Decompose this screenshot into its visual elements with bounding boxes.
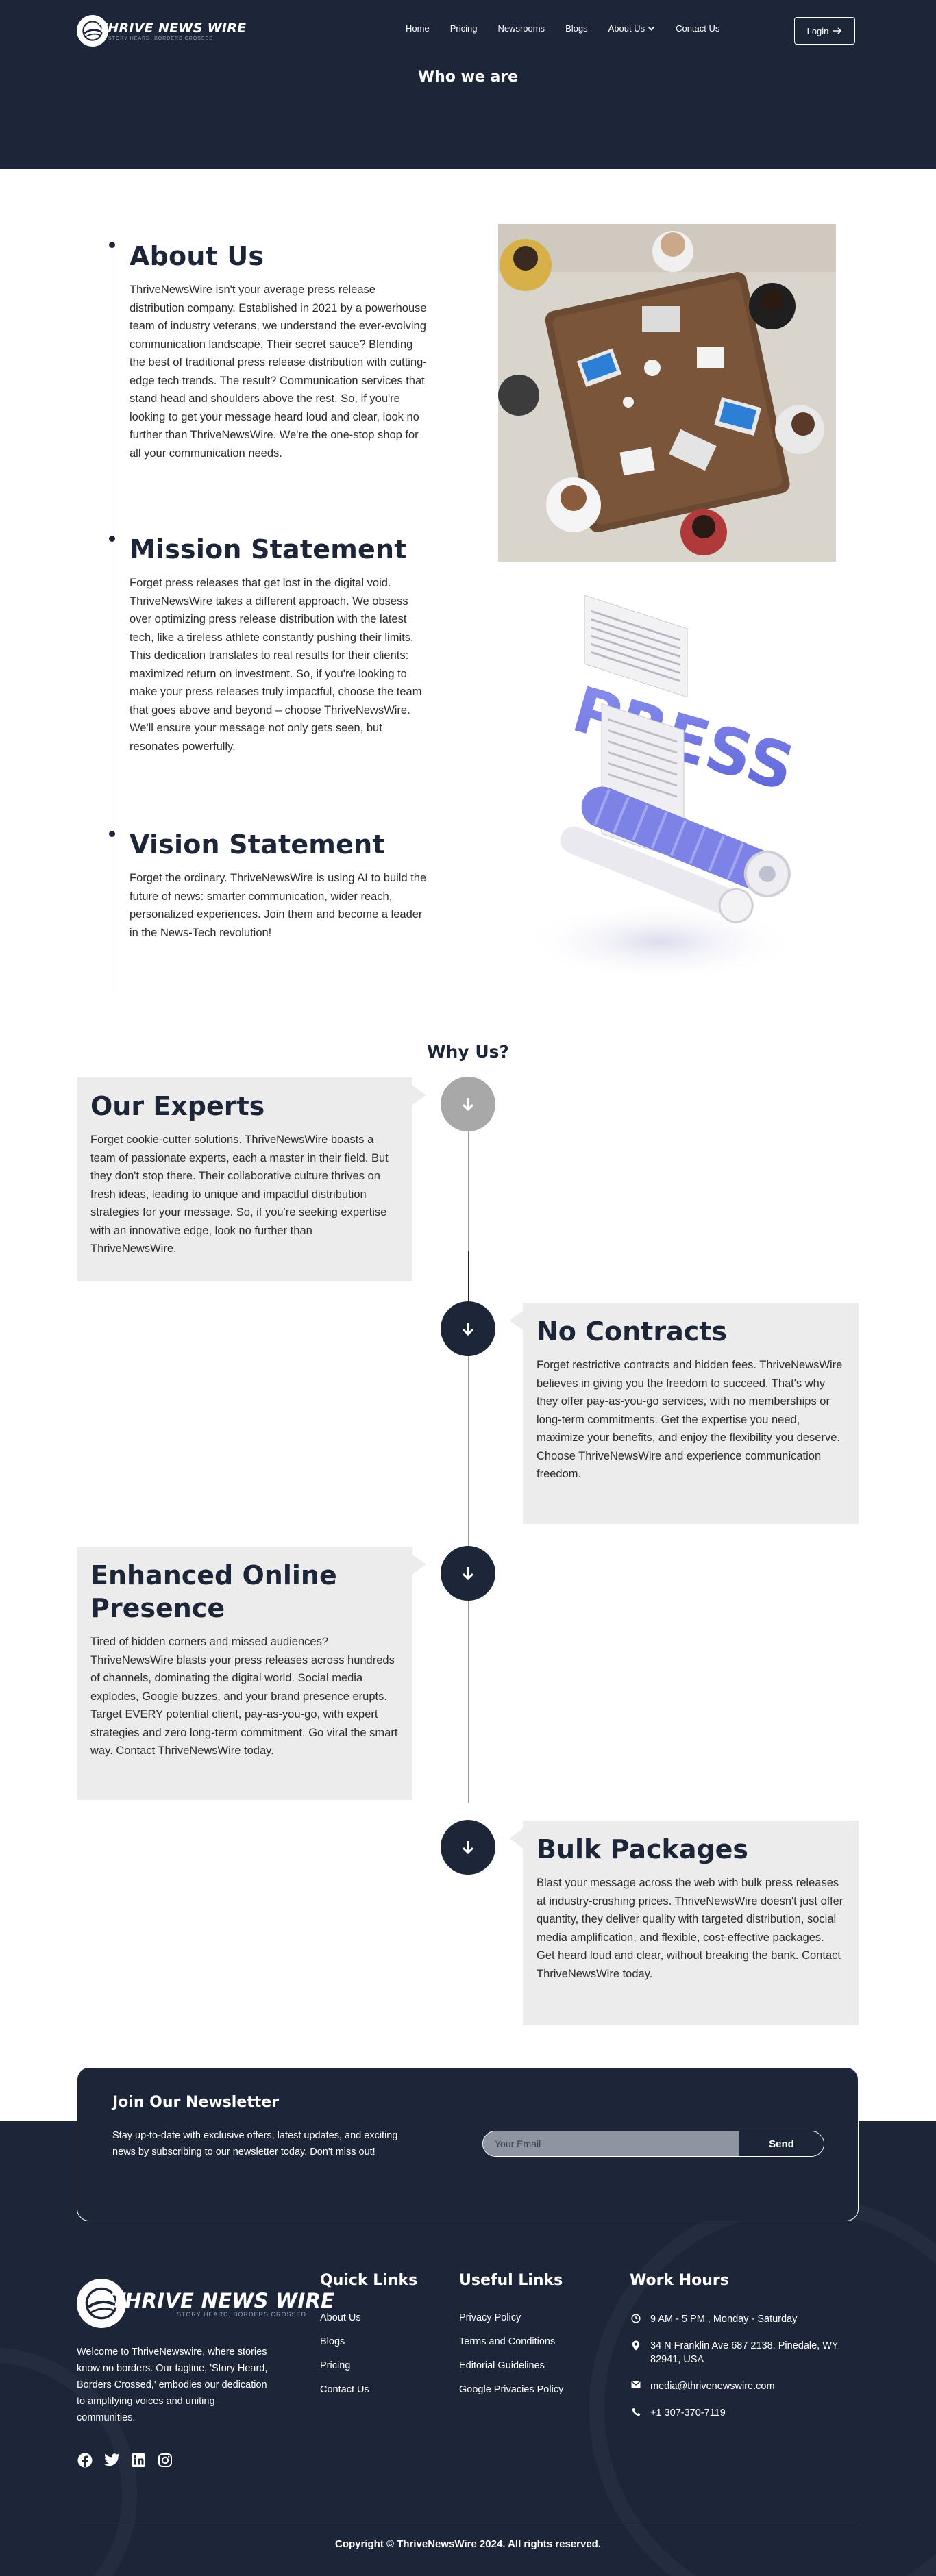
why-card-text: Tired of hidden corners and missed audie… <box>90 1636 398 1757</box>
timeline-dot <box>109 242 115 248</box>
vision-heading: Vision Statement <box>130 829 385 860</box>
footer-logo[interactable]: THRIVE NEWS WIRE STORY HEARD, BORDERS CR… <box>77 2279 334 2328</box>
phone-value[interactable]: +1 307-370-7119 <box>650 2406 726 2420</box>
footer-link-privacy-policy[interactable]: Privacy Policy <box>459 2312 563 2323</box>
footer-about-text: Welcome to ThriveNewswire, where stories… <box>77 2347 268 2423</box>
instagram-icon[interactable] <box>157 2452 173 2468</box>
footer-link-terms[interactable]: Terms and Conditions <box>459 2336 563 2347</box>
why-card-heading: Our Experts <box>90 1091 265 1121</box>
timeline-arrow-icon[interactable] <box>441 1546 495 1601</box>
work-hours-value: 9 AM - 5 PM , Monday - Saturday <box>650 2314 798 2325</box>
address-value: 34 N Franklin Ave 687 2138, Pinedale, WY… <box>650 2340 839 2365</box>
newsletter-text: Stay up-to-date with exclusive offers, l… <box>112 2130 398 2158</box>
footer-brand-name: THRIVE NEWS WIRE <box>111 2289 335 2312</box>
login-label: Login <box>806 25 829 36</box>
timeline-arrow-icon[interactable] <box>441 1301 495 1356</box>
page-title: Who we are <box>417 68 519 86</box>
about-us-block: About Us ThriveNewsWire isn't your avera… <box>130 241 431 462</box>
why-us-title: Why Us? <box>426 1042 510 1062</box>
newsletter-title: Join Our Newsletter <box>112 2094 280 2111</box>
nav-newsrooms[interactable]: Newsrooms <box>497 23 545 34</box>
timeline-arrow-icon[interactable] <box>441 1077 495 1131</box>
email-field[interactable] <box>483 2131 739 2156</box>
footer-link-blogs[interactable]: Blogs <box>320 2336 417 2347</box>
newsletter-box: Join Our Newsletter Stay up-to-date with… <box>77 2067 859 2221</box>
useful-links: Useful Links Privacy Policy Terms and Co… <box>459 2272 563 2408</box>
main-nav: Home Pricing Newsrooms Blogs About Us Co… <box>406 23 740 34</box>
linkedin-icon[interactable] <box>130 2452 147 2468</box>
footer-link-about-us[interactable]: About Us <box>320 2312 417 2323</box>
why-card-heading: Enhanced Online Presence <box>90 1560 337 1623</box>
nav-blogs[interactable]: Blogs <box>565 23 588 34</box>
about-section: About Us ThriveNewsWire isn't your avera… <box>0 169 936 1012</box>
send-button[interactable]: Send <box>739 2131 824 2156</box>
newsletter-form: Send <box>482 2131 824 2157</box>
clock-icon <box>630 2312 642 2323</box>
footer-link-google-privacies[interactable]: Google Privacies Policy <box>459 2384 563 2395</box>
footer-link-contact-us[interactable]: Contact Us <box>320 2384 417 2395</box>
nav-pricing[interactable]: Pricing <box>450 23 478 34</box>
phone-icon <box>630 2406 642 2416</box>
brand-name: THRIVE NEWS WIRE <box>99 21 247 36</box>
why-card-heading: Bulk Packages <box>537 1834 749 1864</box>
work-hours-row: 9 AM - 5 PM , Monday - Saturday <box>630 2312 859 2326</box>
twitter-icon[interactable] <box>103 2452 120 2468</box>
why-card-text: Forget cookie-cutter solutions. ThriveNe… <box>90 1134 389 1255</box>
copyright-text: Copyright © ThriveNewsWire 2024. All rig… <box>335 2538 601 2550</box>
why-card-experts: Our Experts Forget cookie-cutter solutio… <box>77 1077 426 1281</box>
why-card-no-contracts: No Contracts Forget restrictive contract… <box>509 1303 859 1524</box>
work-hours: Work Hours 9 AM - 5 PM , Monday - Saturd… <box>630 2272 859 2433</box>
mission-text: Forget press releases that get lost in t… <box>130 577 422 753</box>
mission-block: Mission Statement Forget press releases … <box>130 534 431 755</box>
footer-link-editorial-guidelines[interactable]: Editorial Guidelines <box>459 2360 563 2371</box>
timeline-dot <box>109 536 115 542</box>
nav-home[interactable]: Home <box>406 23 430 34</box>
nav-about-us[interactable]: About Us <box>608 23 655 34</box>
why-card-bulk-packages: Bulk Packages Blast your message across … <box>509 1821 859 2025</box>
facebook-icon[interactable] <box>77 2452 93 2468</box>
why-card-text: Forget restrictive contracts and hidden … <box>537 1359 843 1480</box>
vision-text: Forget the ordinary. ThriveNewsWire is u… <box>130 872 427 939</box>
email-row[interactable]: media@thrivenewswire.com <box>630 2379 859 2393</box>
why-card-heading: No Contracts <box>537 1316 728 1347</box>
login-button[interactable]: Login <box>794 17 855 45</box>
about-us-text: ThriveNewsWire isn't your average press … <box>130 284 427 460</box>
social-links <box>77 2452 173 2468</box>
brand-tagline: STORY HEARD, BORDERS CROSSED <box>108 36 214 41</box>
nav-contact-us[interactable]: Contact Us <box>676 23 719 34</box>
mission-heading: Mission Statement <box>130 534 407 564</box>
about-us-heading: About Us <box>130 241 264 271</box>
footer-link-pricing[interactable]: Pricing <box>320 2360 417 2371</box>
team-meeting-image <box>498 224 836 562</box>
why-card-online-presence: Enhanced Online Presence Tired of hidden… <box>77 1547 426 1800</box>
email-value[interactable]: media@thrivenewswire.com <box>650 2379 775 2393</box>
envelope-icon <box>630 2379 642 2388</box>
quick-links-title: Quick Links <box>320 2272 418 2289</box>
location-pin-icon <box>630 2339 642 2351</box>
vision-block: Vision Statement Forget the ordinary. Th… <box>130 829 431 942</box>
address-row: 34 N Franklin Ave 687 2138, Pinedale, WY… <box>630 2339 859 2366</box>
chevron-down-icon <box>648 26 654 31</box>
timeline-dot <box>109 831 115 837</box>
phone-row[interactable]: +1 307-370-7119 <box>630 2406 859 2420</box>
site-header: THRIVE NEWS WIRE STORY HEARD, BORDERS CR… <box>0 0 936 169</box>
brand-logo[interactable]: THRIVE NEWS WIRE STORY HEARD, BORDERS CR… <box>77 15 246 47</box>
press-illustration: PRESS <box>368 586 807 990</box>
timeline-arrow-icon[interactable] <box>441 1820 495 1875</box>
work-hours-title: Work Hours <box>630 2272 729 2289</box>
nav-about-us-label: About Us <box>608 23 645 34</box>
why-card-text: Blast your message across the web with b… <box>537 1877 843 1980</box>
useful-links-title: Useful Links <box>459 2272 563 2289</box>
arrow-right-icon <box>833 27 842 34</box>
quick-links: Quick Links About Us Blogs Pricing Conta… <box>320 2272 417 2408</box>
